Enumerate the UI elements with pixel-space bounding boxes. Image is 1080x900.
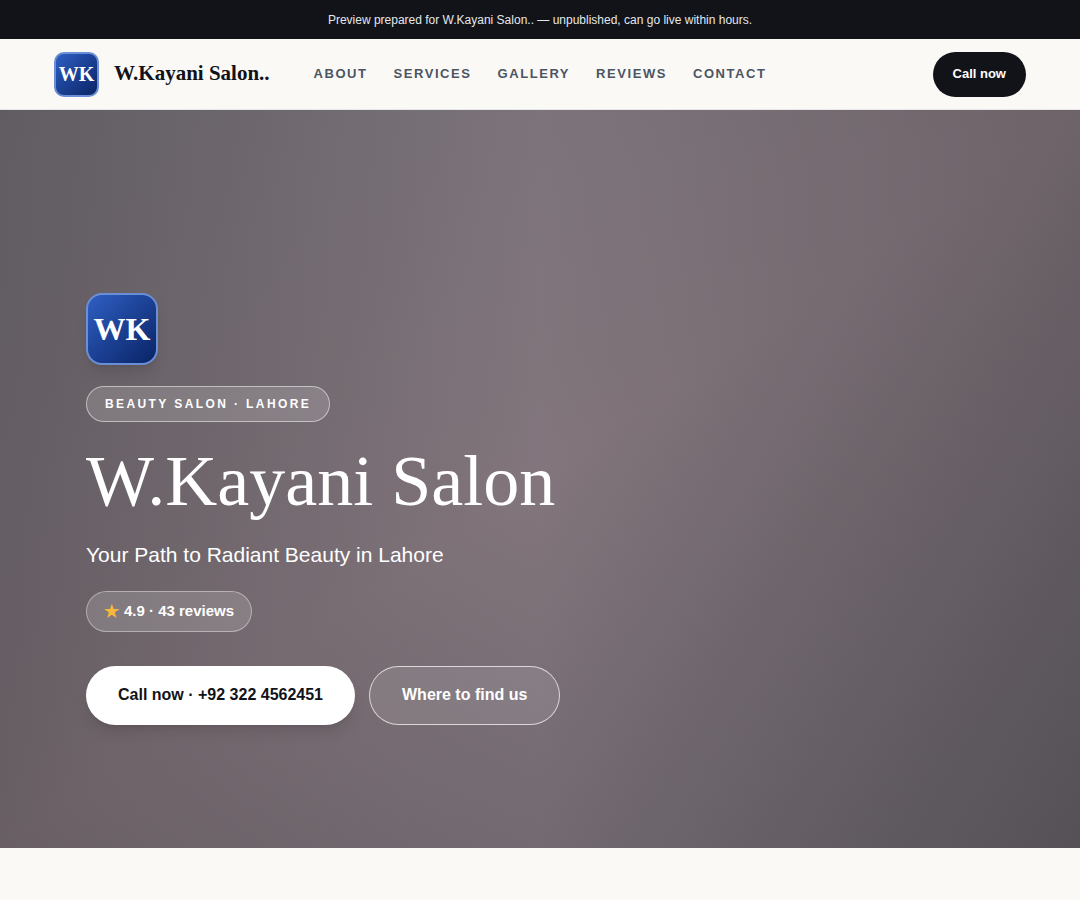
page: Preview prepared for W.Kayani Salon.. — …	[0, 0, 1080, 900]
nav-link[interactable]: REVIEWS	[596, 64, 667, 84]
rating-pill: ★4.9 · 43 reviews	[86, 591, 252, 632]
nav-link[interactable]: GALLERY	[498, 64, 571, 84]
call-hero-button[interactable]: Call now · +92 322 4562451	[86, 666, 355, 725]
main-nav: ABOUT SERVICES GALLERY REVIEWS CONTACT	[314, 64, 767, 84]
hero-actions: Call now · +92 322 4562451Where to find …	[86, 666, 1080, 725]
brand-name: W.Kayani Salon..	[114, 58, 270, 90]
star-icon: ★	[104, 599, 119, 625]
logo: WK	[86, 293, 158, 365]
hero-title: W.Kayani Salon	[86, 442, 1080, 521]
logo: WK	[54, 52, 99, 97]
call-button[interactable]: Call now	[933, 52, 1026, 97]
nav-link[interactable]: SERVICES	[394, 64, 472, 84]
preview-banner: Preview prepared for W.Kayani Salon.. — …	[0, 0, 1080, 39]
site-header: WK W.Kayani Salon.. ABOUT SERVICES GALLERY RE…	[0, 39, 1080, 110]
hero-badge: BEAUTY SALON · LAHORE	[86, 386, 330, 422]
hero: WK BEAUTY SALON · LAHORE W.Kayani Salon You…	[0, 110, 1080, 848]
nav-link[interactable]: ABOUT	[314, 64, 368, 84]
hero-content: WK BEAUTY SALON · LAHORE W.Kayani Salon You…	[0, 110, 1080, 848]
location-button[interactable]: Where to find us	[369, 666, 560, 725]
brand[interactable]: WK W.Kayani Salon..	[54, 52, 314, 97]
nav-link[interactable]: CONTACT	[693, 64, 767, 84]
hero-subtitle: Your Path to Radiant Beauty in Lahore	[86, 539, 1080, 571]
